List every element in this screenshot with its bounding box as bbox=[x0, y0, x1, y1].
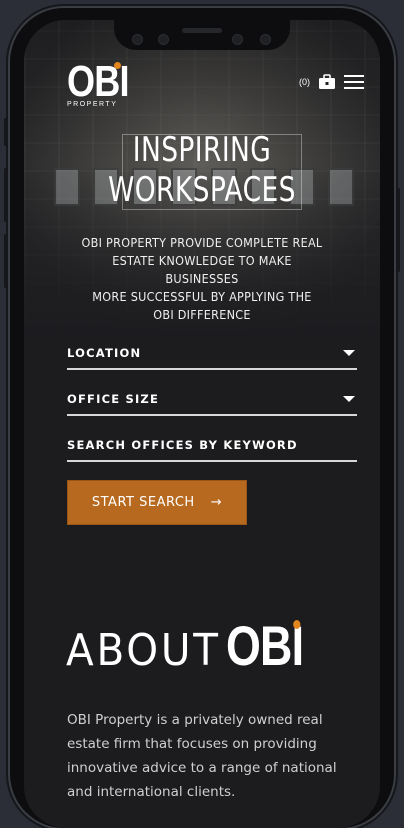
hero-subtitle-line-1: OBI PROPERTY PROVIDE COMPLETE REAL bbox=[81, 235, 323, 250]
hero-subtitle-line-2: ESTATE KNOWLEDGE TO MAKE BUSINESSES bbox=[112, 253, 292, 286]
about-logo-accent-dot bbox=[293, 620, 301, 629]
hero-title-line-2: WORKSPACES bbox=[108, 170, 296, 210]
arrow-right-icon: → bbox=[210, 495, 223, 510]
obi-logo[interactable]: OBI PROPERTY bbox=[67, 60, 142, 109]
briefcase-icon[interactable] bbox=[318, 74, 336, 90]
logo-accent-dot bbox=[114, 62, 121, 69]
location-label: LOCATION bbox=[67, 346, 142, 360]
header-actions: (0) bbox=[299, 74, 364, 90]
about-logo-text: OBI bbox=[226, 614, 304, 677]
keyword-search-input[interactable]: SEARCH OFFICES BY KEYWORD bbox=[67, 430, 357, 462]
cart-count: (0) bbox=[299, 77, 310, 87]
hero-title: INSPIRING WORKSPACES bbox=[63, 130, 341, 210]
phone-frame: OBI PROPERTY (0) INSPIRING WORKSPACES OB… bbox=[4, 8, 400, 828]
silent-switch bbox=[4, 118, 8, 146]
phone-screen: OBI PROPERTY (0) INSPIRING WORKSPACES OB… bbox=[24, 20, 380, 828]
power-button bbox=[396, 188, 400, 272]
hero-subtitle-line-4: OBI DIFFERENCE bbox=[153, 307, 251, 322]
phone-notch bbox=[114, 20, 290, 50]
office-size-label: OFFICE SIZE bbox=[67, 392, 160, 406]
start-search-label: START SEARCH bbox=[91, 495, 195, 510]
hero-subtitle: OBI PROPERTY PROVIDE COMPLETE REAL ESTAT… bbox=[78, 234, 326, 324]
about-heading-word: ABOUT bbox=[66, 625, 221, 676]
hamburger-icon[interactable] bbox=[344, 74, 364, 90]
about-heading-logo: OBI bbox=[226, 618, 304, 674]
location-select[interactable]: LOCATION bbox=[67, 338, 357, 370]
about-heading: ABOUT OBI bbox=[66, 618, 323, 677]
hero-title-line-1: INSPIRING bbox=[132, 130, 272, 170]
keyword-placeholder: SEARCH OFFICES BY KEYWORD bbox=[67, 438, 298, 452]
about-paragraph: OBI Property is a privately owned real e… bbox=[67, 712, 337, 800]
office-size-select[interactable]: OFFICE SIZE bbox=[67, 384, 357, 416]
chevron-down-icon bbox=[343, 350, 355, 356]
volume-down-button bbox=[4, 234, 8, 288]
chevron-down-icon bbox=[343, 396, 355, 402]
start-search-button[interactable]: START SEARCH → bbox=[67, 480, 247, 525]
hero-subtitle-line-3: MORE SUCCESSFUL BY APPLYING THE bbox=[92, 289, 312, 304]
volume-up-button bbox=[4, 168, 8, 222]
